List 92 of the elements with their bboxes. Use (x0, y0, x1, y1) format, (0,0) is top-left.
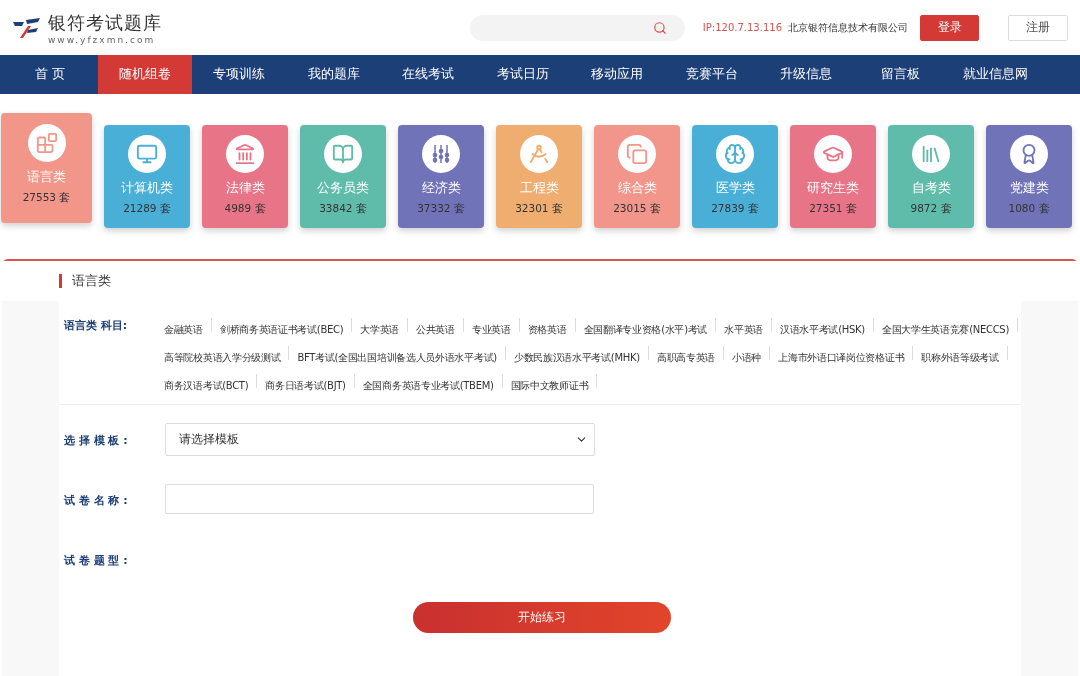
category-count: 4989 套 (224, 202, 266, 216)
subject-link[interactable]: 全国大学生英语竞赛(NECCS) (873, 324, 1017, 335)
name-input-field[interactable] (165, 484, 594, 514)
subject-link[interactable]: 上海市外语口译岗位资格证书 (770, 352, 913, 363)
category-count: 27839 套 (711, 202, 759, 216)
category-card[interactable]: 综合类 23015 套 (594, 125, 680, 228)
subject-link[interactable]: 水平英语 (716, 324, 771, 335)
category-count: 27553 套 (22, 191, 71, 205)
category-card[interactable]: 公务员类 33842 套 (300, 125, 386, 228)
category-card[interactable]: 语言类 27553 套 (1, 113, 92, 223)
name-label: 试 卷 名 称 : (63, 492, 129, 508)
template-label: 选 择 模 板 : (63, 432, 129, 448)
start-button[interactable]: 开始练习 (413, 602, 671, 633)
logo-name: 银符考试题库 (48, 10, 162, 35)
abacus-icon (430, 143, 452, 165)
nav-item[interactable]: 竞赛平台 (664, 55, 759, 94)
section-title: 语言类 (72, 272, 111, 290)
subject-link[interactable]: 高职高专英语 (648, 352, 724, 363)
subject-link[interactable]: 商务汉语考试(BCT) (156, 380, 257, 391)
category-count: 23015 套 (613, 202, 661, 216)
nav-item[interactable]: 留言板 (853, 55, 948, 94)
type-label: 试 卷 题 型 : (63, 552, 129, 568)
nav-item[interactable]: 就业信息网 (948, 55, 1043, 94)
subjects-label: 语言类 科目: (63, 318, 129, 334)
category-name: 综合类 (617, 180, 657, 197)
blocks-icon (35, 132, 58, 154)
columns-building-icon (234, 143, 256, 165)
subject-link[interactable]: 专业英语 (463, 324, 519, 335)
subject-link[interactable]: 全国商务英语专业考试(TBEM) (354, 380, 502, 391)
logo-url: www.yfzxmn.com (48, 34, 157, 45)
subject-link[interactable]: 商务日语考试(BJT) (257, 380, 354, 391)
title-bar-marker (59, 274, 62, 288)
category-name: 公务员类 (317, 180, 369, 197)
category-count: 32301 套 (515, 202, 563, 216)
category-card[interactable]: 研究生类 27351 套 (790, 125, 876, 228)
subject-link[interactable]: 高等院校英语入学分级测试 (156, 352, 289, 363)
category-name: 语言类 (27, 169, 66, 186)
template-select[interactable]: 请选择模板 (165, 422, 595, 456)
nav-item[interactable]: 我的题库 (286, 55, 381, 94)
search-icon[interactable] (652, 20, 667, 35)
category-card[interactable]: 法律类 4989 套 (202, 125, 288, 228)
subject-link[interactable]: 汉语水平考试(HSK) (771, 324, 873, 335)
brain-icon (724, 143, 746, 165)
nav-item[interactable]: 升级信息 (759, 55, 854, 94)
login-button[interactable]: 登录 (920, 14, 979, 41)
ip-address: IP:120.7.13.116 (702, 22, 782, 33)
subject-link[interactable]: 资格英语 (519, 324, 575, 335)
category-count: 9872 套 (910, 202, 952, 216)
subject-link[interactable]: 剑桥商务英语证书考试(BEC) (211, 324, 352, 335)
category-count: 37332 套 (417, 202, 465, 216)
company-name: 北京银符信息技术有限公司 (788, 20, 908, 35)
nav-item[interactable]: 专项训练 (192, 55, 287, 94)
category-card[interactable]: 经济类 37332 套 (398, 125, 484, 228)
nav-item[interactable]: 移动应用 (570, 55, 665, 94)
category-name: 研究生类 (807, 180, 859, 197)
category-count: 33842 套 (319, 202, 367, 216)
category-name: 医学类 (715, 180, 755, 197)
subject-link[interactable]: 公共英语 (408, 324, 463, 335)
category-card[interactable]: 医学类 27839 套 (692, 125, 778, 228)
subject-link[interactable]: 小语种 (724, 352, 770, 363)
nav-item[interactable]: 随机组卷 (97, 55, 192, 94)
category-card[interactable]: 党建类 1080 套 (986, 125, 1072, 228)
subject-link[interactable]: 职称外语等级考试 (913, 352, 1007, 363)
category-card[interactable]: 自考类 9872 套 (888, 125, 974, 228)
category-name: 党建类 (1009, 180, 1049, 197)
category-name: 工程类 (519, 180, 559, 197)
book-icon (332, 143, 354, 165)
subject-link[interactable]: 国际中文教师证书 (502, 380, 597, 391)
category-name: 自考类 (911, 180, 951, 197)
subject-link[interactable]: 少数民族汉语水平考试(MHK) (505, 352, 648, 363)
category-name: 法律类 (225, 180, 265, 197)
copy-icon (626, 143, 648, 165)
register-button[interactable]: 注册 (1008, 14, 1068, 41)
subject-link[interactable]: 大学英语 (352, 324, 408, 335)
nav-item[interactable]: 首 页 (3, 55, 98, 94)
subject-link[interactable]: 全国翻译专业资格(水平)考试 (575, 324, 716, 335)
category-count: 27351 套 (809, 202, 857, 216)
monitor-icon (136, 143, 158, 165)
category-card[interactable]: 工程类 32301 套 (496, 125, 582, 228)
category-name: 经济类 (421, 180, 461, 197)
category-card[interactable]: 计算机类 21289 套 (104, 125, 190, 228)
search-field[interactable] (469, 14, 685, 41)
category-count: 1080 套 (1008, 202, 1050, 216)
nav-item[interactable]: 考试日历 (475, 55, 570, 94)
logo-icon (12, 15, 42, 40)
category-name: 计算机类 (121, 180, 173, 197)
nav-item[interactable]: 在线考试 (381, 55, 476, 94)
books-icon (920, 143, 942, 165)
subject-link[interactable]: 金融英语 (156, 324, 211, 335)
subject-link[interactable]: BFT考试(全国出国培训备选人员外语水平考试) (289, 352, 505, 363)
compass-icon (528, 143, 550, 165)
category-count: 21289 套 (123, 202, 171, 216)
